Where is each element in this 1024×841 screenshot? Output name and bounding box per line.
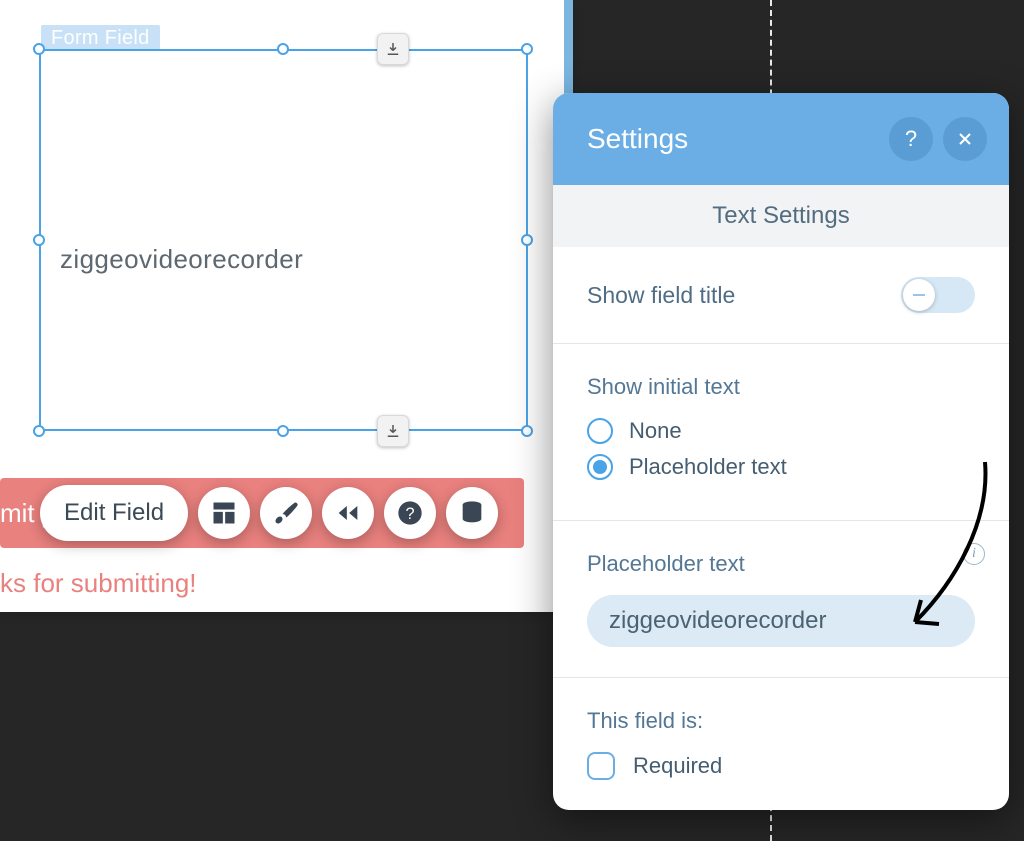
layout-button[interactable] <box>198 487 250 539</box>
required-option-label: Required <box>633 753 722 779</box>
required-row[interactable]: Required <box>587 752 975 780</box>
panel-close-button[interactable] <box>943 117 987 161</box>
radio-none-label: None <box>629 418 682 444</box>
selection-label: Form Field <box>41 25 160 52</box>
panel-help-button[interactable]: ? <box>889 117 933 161</box>
design-button[interactable] <box>260 487 312 539</box>
field-toolbar: Edit Field ? <box>40 479 498 547</box>
radio-placeholder-row[interactable]: Placeholder text <box>587 454 975 480</box>
editor-canvas: Form Field ziggeovideorecorder mit y ks … <box>0 0 573 612</box>
resize-handle-bl[interactable] <box>33 425 45 437</box>
toggle-knob <box>903 279 935 311</box>
anchor-top-button[interactable] <box>377 33 409 65</box>
panel-header: Settings ? <box>553 93 1009 185</box>
radio-none[interactable] <box>587 418 613 444</box>
database-icon <box>458 499 486 527</box>
close-icon <box>955 129 975 149</box>
required-checkbox[interactable] <box>587 752 615 780</box>
section-required: This field is: Required <box>553 678 1009 810</box>
required-label: This field is: <box>587 708 975 734</box>
download-icon <box>384 422 402 440</box>
form-field-selection[interactable] <box>39 49 528 431</box>
resize-handle-mr[interactable] <box>521 234 533 246</box>
resize-handle-tl[interactable] <box>33 43 45 55</box>
brush-icon <box>272 499 300 527</box>
anchor-bottom-button[interactable] <box>377 415 409 447</box>
layout-icon <box>210 499 238 527</box>
edit-field-button[interactable]: Edit Field <box>40 485 188 541</box>
radio-placeholder[interactable] <box>587 454 613 480</box>
info-icon[interactable]: i <box>963 543 985 565</box>
help-button[interactable]: ? <box>384 487 436 539</box>
show-field-title-toggle[interactable] <box>901 277 975 313</box>
radio-placeholder-label: Placeholder text <box>629 454 787 480</box>
resize-handle-tr[interactable] <box>521 43 533 55</box>
placeholder-text-label: Placeholder text <box>587 551 975 577</box>
section-show-field-title: Show field title <box>553 247 1009 344</box>
section-placeholder-text: Placeholder text i <box>553 521 1009 678</box>
radio-none-row[interactable]: None <box>587 418 975 444</box>
rewind-button[interactable] <box>322 487 374 539</box>
panel-title: Settings <box>587 123 688 155</box>
panel-subtitle: Text Settings <box>553 185 1009 247</box>
settings-panel: Settings ? Text Settings Show field titl… <box>553 93 1009 810</box>
thank-you-text: ks for submitting! <box>0 568 197 599</box>
question-icon: ? <box>905 126 917 152</box>
initial-text-label: Show initial text <box>587 374 975 400</box>
section-initial-text: Show initial text None Placeholder text <box>553 344 1009 521</box>
field-placeholder-preview: ziggeovideorecorder <box>60 244 303 275</box>
resize-handle-br[interactable] <box>521 425 533 437</box>
resize-handle-ml[interactable] <box>33 234 45 246</box>
resize-handle-bc[interactable] <box>277 425 289 437</box>
download-icon <box>384 40 402 58</box>
data-button[interactable] <box>446 487 498 539</box>
placeholder-text-input[interactable] <box>587 595 975 647</box>
svg-text:?: ? <box>406 505 415 523</box>
show-field-title-label: Show field title <box>587 282 735 309</box>
rewind-icon <box>334 499 362 527</box>
help-icon: ? <box>396 499 424 527</box>
resize-handle-tc[interactable] <box>277 43 289 55</box>
